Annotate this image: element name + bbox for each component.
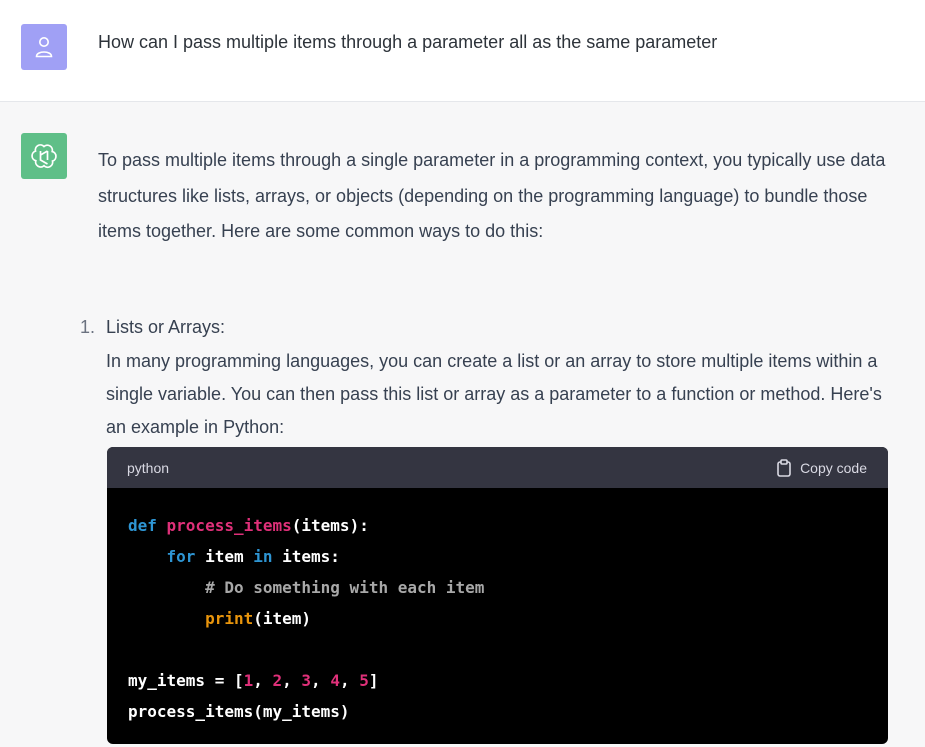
code-token: 5 [359, 671, 369, 690]
code-token: (item) [253, 609, 312, 628]
code-line: for item in items: [128, 541, 867, 572]
code-token: def [128, 516, 167, 535]
code-token: items: [272, 547, 340, 566]
openai-logo-icon [31, 144, 57, 169]
code-token: item [195, 547, 254, 566]
code-block: python Copy code def process_items(items… [107, 447, 888, 744]
code-token: (items): [291, 516, 369, 535]
code-token: , [339, 671, 360, 690]
code-token: , [282, 671, 302, 690]
code-token: my_items = [ [128, 671, 244, 690]
person-icon [35, 37, 53, 58]
code-token: print [205, 609, 254, 628]
code-line: my_items = [1, 2, 3, 4, 5] [128, 665, 867, 696]
clipboard-icon [777, 458, 791, 477]
code-line: def process_items(items): [128, 510, 867, 541]
code-token: for [166, 547, 196, 566]
code-language-label: python [127, 459, 170, 476]
code-token: , [311, 671, 331, 690]
code-token: 4 [330, 671, 340, 690]
code-token: ] [368, 671, 379, 690]
code-token: # Do something with each item [128, 578, 485, 597]
code-token: process_items(my_items) [128, 702, 350, 721]
code-content: def process_items(items): for item in it… [107, 488, 888, 727]
assistant-intro-text: To pass multiple items through a single … [98, 150, 886, 241]
code-line: process_items(my_items) [128, 696, 867, 727]
code-line: print(item) [128, 603, 867, 634]
code-token: 2 [272, 671, 283, 690]
copy-code-button[interactable]: Copy code [776, 458, 867, 477]
code-token: 3 [301, 671, 312, 690]
list-item-body: In many programming languages, you can c… [106, 351, 882, 437]
assistant-avatar [21, 133, 67, 179]
code-block-header: python Copy code [107, 447, 888, 488]
code-token: , [253, 671, 273, 690]
user-avatar [21, 24, 67, 70]
list-item-number: 1. [80, 317, 96, 337]
code-token: 1 [243, 671, 254, 690]
list-item-title: Lists or Arrays: [106, 317, 226, 337]
code-token: process_items [166, 516, 292, 535]
code-token: in [253, 547, 273, 566]
copy-code-label: Copy code [800, 459, 867, 476]
user-message-text: How can I pass multiple items through a … [98, 32, 718, 52]
code-line: # Do something with each item [128, 572, 867, 603]
user-message-row: How can I pass multiple items through a … [0, 0, 925, 102]
